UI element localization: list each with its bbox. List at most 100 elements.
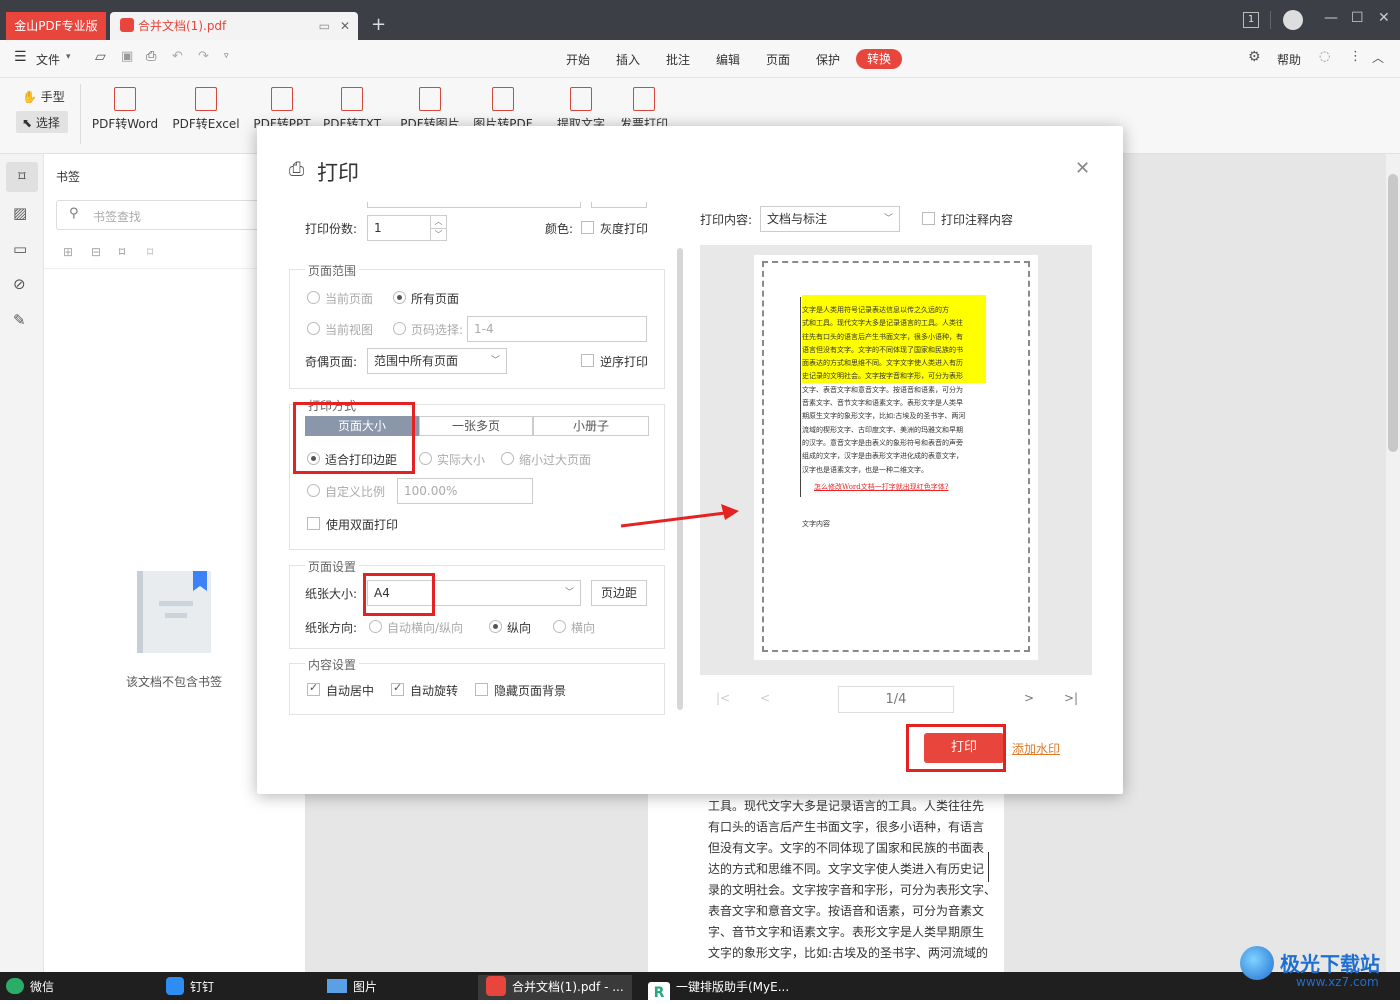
attachment-icon[interactable]: ⊘ — [13, 275, 26, 293]
current-view-radio[interactable] — [307, 322, 320, 335]
pdf-to-excel-button[interactable]: PDF转Excel — [166, 85, 246, 145]
tab-multiple-pages[interactable]: 一张多页 — [419, 416, 533, 436]
auto-center-checkbox[interactable] — [307, 681, 320, 696]
new-tab-icon[interactable]: + — [371, 14, 386, 35]
add-bookmark-icon[interactable]: ⊞ — [63, 245, 73, 259]
hide-background-label: 隐藏页面背景 — [494, 684, 567, 698]
odd-even-label: 奇偶页面: — [305, 355, 358, 369]
menu-help[interactable]: 帮助 — [1277, 51, 1301, 68]
close-dialog-icon[interactable]: ✕ — [1075, 158, 1090, 179]
custom-scale-radio[interactable] — [307, 484, 320, 497]
close-tab-icon[interactable]: ✕ — [340, 12, 350, 40]
vertical-scrollbar[interactable] — [1386, 154, 1400, 972]
scale-input[interactable]: 100.00% — [397, 478, 533, 504]
document-tab[interactable]: 合并文档(1).pdf ▭ ✕ — [110, 12, 358, 40]
current-page-radio[interactable] — [307, 291, 320, 304]
menu-tab-insert[interactable]: 插入 — [616, 51, 640, 68]
close-window-icon[interactable]: ✕ — [1378, 10, 1390, 26]
menu-tab-convert[interactable]: 转换 — [856, 49, 902, 69]
restore-tab-icon[interactable]: ▭ — [319, 12, 330, 40]
settings-scrollbar[interactable] — [677, 248, 683, 710]
previous-page-icon[interactable]: < — [760, 691, 770, 705]
portrait-label: 纵向 — [507, 621, 532, 635]
taskbar-item-pdf[interactable]: 合并文档(1).pdf - ... — [478, 975, 632, 1000]
last-page-icon[interactable]: >| — [1064, 691, 1078, 705]
copies-input[interactable]: 1 ︿ ﹀ — [367, 215, 447, 241]
auto-orientation-radio[interactable] — [369, 620, 382, 633]
minimize-icon[interactable]: — — [1324, 10, 1338, 26]
reverse-order-checkbox[interactable] — [581, 354, 594, 367]
page-indicator[interactable]: 1/4 — [838, 686, 954, 713]
duplex-checkbox[interactable] — [307, 517, 320, 530]
more-icon[interactable]: ⋮ — [1349, 49, 1362, 64]
document-tab-label: 合并文档(1).pdf — [138, 19, 227, 33]
signature-icon[interactable]: ✎ — [13, 311, 26, 329]
scrollbar-thumb[interactable] — [1388, 174, 1398, 452]
portrait-radio[interactable] — [489, 620, 502, 633]
pdf-to-word-button[interactable]: PDF转Word — [85, 85, 165, 145]
save-icon[interactable]: ▣ — [121, 49, 133, 64]
page-range-legend: 页面范围 — [305, 262, 360, 279]
menu-file[interactable]: 文件 — [36, 51, 60, 68]
add-watermark-link[interactable]: 添加水印 — [1012, 740, 1060, 757]
maximize-icon[interactable]: ☐ — [1351, 10, 1364, 26]
settings-gear-icon[interactable]: ⚙ — [1248, 49, 1261, 65]
open-folder-icon[interactable]: ▱ — [95, 49, 106, 65]
printer-properties-button[interactable] — [591, 202, 647, 208]
app-tab[interactable]: 金山PDF专业版 — [6, 12, 106, 40]
page-select-radio[interactable] — [393, 322, 406, 335]
all-pages-radio[interactable] — [393, 291, 406, 304]
odd-even-select[interactable]: 范围中所有页面 ﹀ — [367, 348, 507, 374]
bookmark-panel-icon[interactable]: ⌑ — [6, 162, 38, 192]
first-page-icon[interactable]: |< — [716, 691, 730, 705]
avatar[interactable] — [1283, 10, 1303, 30]
next-page-icon[interactable]: > — [1024, 691, 1034, 705]
print-annotations-checkbox[interactable] — [922, 212, 935, 225]
menu-tab-page[interactable]: 页面 — [766, 51, 790, 68]
feedback-icon[interactable]: ◌ — [1319, 49, 1330, 64]
hand-tool[interactable]: ✋ 手型 — [22, 88, 65, 105]
menu-tab-start[interactable]: 开始 — [566, 51, 590, 68]
quick-access-dropdown-icon[interactable]: ▿ — [224, 51, 229, 61]
menu-tab-edit[interactable]: 编辑 — [716, 51, 740, 68]
taskbar-item-myeditor[interactable]: R 一键排版助手(MyE... — [648, 975, 789, 1004]
undo-icon[interactable]: ↶ — [172, 49, 183, 64]
grayscale-checkbox[interactable] — [581, 221, 594, 234]
taskbar-item-dingtalk[interactable]: 钉钉 — [166, 975, 214, 1000]
color-label: 颜色: — [545, 222, 574, 236]
collapse-ribbon-icon[interactable]: ︿ — [1372, 49, 1384, 66]
landscape-radio[interactable] — [553, 620, 566, 633]
tab-booklet[interactable]: 小册子 — [533, 416, 649, 436]
taskbar-item-wechat[interactable]: 微信 — [6, 975, 54, 1000]
menu-tab-protect[interactable]: 保护 — [816, 51, 840, 68]
menu-tab-annotate[interactable]: 批注 — [666, 51, 690, 68]
actual-size-radio[interactable] — [419, 452, 432, 465]
hamburger-icon[interactable]: ☰ — [14, 49, 27, 65]
page-select-input[interactable]: 1-4 — [467, 316, 647, 342]
copies-down-icon[interactable]: ﹀ — [430, 228, 446, 240]
select-tool[interactable]: ⬉ 选择 — [16, 111, 68, 133]
auto-rotate-checkbox[interactable] — [391, 681, 404, 696]
cursor-icon: ⬉ — [22, 116, 33, 130]
odd-even-value: 范围中所有页面 — [374, 354, 459, 368]
hide-background-checkbox[interactable] — [475, 683, 488, 696]
redo-icon[interactable]: ↷ — [198, 49, 209, 64]
margins-button[interactable]: 页边距 — [591, 580, 647, 606]
comment-icon[interactable]: ▭ — [13, 240, 27, 258]
actual-size-label: 实际大小 — [437, 453, 486, 467]
shrink-large-radio[interactable] — [501, 452, 514, 465]
remove-bookmark-icon[interactable]: ⊟ — [91, 245, 101, 259]
thumbnail-icon[interactable]: ▨ — [13, 204, 27, 222]
bookmark-add-icon[interactable]: ⌑ — [119, 245, 125, 259]
print-icon[interactable]: ⎙ — [146, 49, 156, 64]
pdf-to-ppt-icon — [271, 87, 293, 111]
arrow-head — [721, 504, 739, 520]
printer-select[interactable] — [367, 202, 581, 208]
taskbar-item-photos[interactable]: 图片 — [327, 975, 377, 1000]
landscape-label: 横向 — [571, 621, 596, 635]
bookmark-remove-icon[interactable]: ⌑ — [147, 245, 153, 259]
copies-up-icon[interactable]: ︿ — [430, 216, 446, 228]
highlight-box-paper-size — [363, 573, 435, 616]
chevron-down-icon[interactable]: ▾ — [66, 52, 71, 62]
print-content-select[interactable]: 文档与标注 ﹀ — [760, 206, 900, 232]
